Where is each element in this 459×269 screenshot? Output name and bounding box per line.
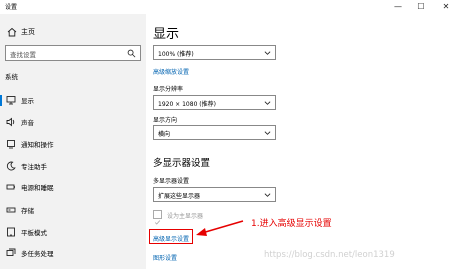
multitask-icon: [6, 248, 16, 256]
sidebar-item-display[interactable]: 显示: [0, 92, 146, 109]
resolution-dropdown[interactable]: 1920 × 1080 (推荐): [153, 95, 276, 110]
multi-display-label: 多显示器设置: [153, 178, 190, 185]
page-title: 显示: [153, 27, 180, 42]
sidebar-item-label: 声音: [21, 119, 34, 127]
minimize-button[interactable]: —: [387, 0, 409, 14]
advanced-scaling-link[interactable]: 高级缩放设置: [153, 67, 189, 76]
power-icon: [6, 184, 15, 190]
sidebar-item-label: 多任务处理: [21, 250, 54, 258]
chevron-down-icon: [264, 51, 271, 55]
sidebar-item-focus-assist[interactable]: 专注助手: [0, 158, 146, 175]
notification-icon: [7, 140, 15, 149]
main-display-checkbox-label: 设为主显示器: [167, 213, 204, 220]
home-icon: [7, 27, 17, 37]
scale-dropdown[interactable]: 100% (推荐): [153, 45, 276, 60]
selection-indicator: [0, 95, 2, 106]
sidebar-item-notifications[interactable]: 通知和操作: [0, 136, 146, 153]
search-input[interactable]: 查找设置: [5, 45, 141, 61]
home-label: 主页: [21, 28, 35, 36]
sidebar-item-storage[interactable]: 存储: [0, 202, 146, 219]
multi-display-heading: 多显示器设置: [153, 158, 211, 169]
sidebar-item-sound[interactable]: 声音: [0, 114, 146, 131]
sidebar-item-label: 电源和睡眠: [21, 184, 54, 192]
close-button[interactable]: ✕: [435, 0, 457, 14]
sidebar-item-label: 显示: [21, 97, 34, 105]
sidebar-item-label: 存储: [21, 207, 34, 215]
resolution-value: 1920 × 1080 (推荐): [158, 101, 216, 108]
sidebar-item-tablet-mode[interactable]: 平板模式: [0, 224, 146, 241]
monitor-icon: [6, 96, 16, 105]
graphics-settings-link[interactable]: 图形设置: [153, 253, 177, 262]
multi-display-value: 扩展这些显示器: [158, 193, 201, 200]
watermark: https://blog.csdn.net/leon1319: [264, 250, 395, 260]
sidebar-item-label: 平板模式: [21, 229, 47, 237]
window-title: 设置: [5, 4, 18, 11]
annotation-text: 1.进入高级显示设置: [251, 219, 332, 229]
check-icon: [154, 220, 161, 225]
orientation-value: 横向: [158, 131, 171, 138]
orientation-dropdown[interactable]: 横向: [153, 125, 276, 140]
maximize-button[interactable]: ☐: [410, 0, 432, 14]
chevron-down-icon: [264, 193, 271, 197]
sidebar-item-label: 专注助手: [21, 163, 47, 171]
scale-value: 100% (推荐): [158, 51, 194, 58]
multi-display-dropdown[interactable]: 扩展这些显示器: [153, 187, 276, 202]
sidebar-item-label: 通知和操作: [21, 141, 54, 149]
search-icon[interactable]: [127, 49, 136, 58]
speaker-icon: [6, 117, 15, 127]
sidebar-item-power-sleep[interactable]: 电源和睡眠: [0, 179, 146, 196]
moon-icon: [6, 161, 16, 171]
sidebar-home[interactable]: 主页: [0, 24, 146, 40]
storage-icon: [6, 207, 16, 213]
search-placeholder: 查找设置: [10, 51, 36, 59]
section-label: 系统: [5, 73, 18, 81]
orientation-label: 显示方向: [153, 117, 178, 124]
sidebar-item-multitasking[interactable]: 多任务处理: [0, 245, 146, 262]
chevron-down-icon: [264, 101, 271, 105]
tablet-icon: [7, 227, 15, 237]
resolution-label: 显示分辨率: [153, 86, 184, 93]
sidebar: 主页 查找设置 系统 显示 声音 通知和操作 专注助手 电源和睡眠 存储 平板模…: [0, 14, 146, 269]
annotation-highlight-box: [149, 229, 193, 244]
chevron-down-icon: [264, 131, 271, 135]
title-bar: 设置 — ☐ ✕: [0, 0, 459, 14]
main-display-checkbox[interactable]: [153, 210, 162, 225]
